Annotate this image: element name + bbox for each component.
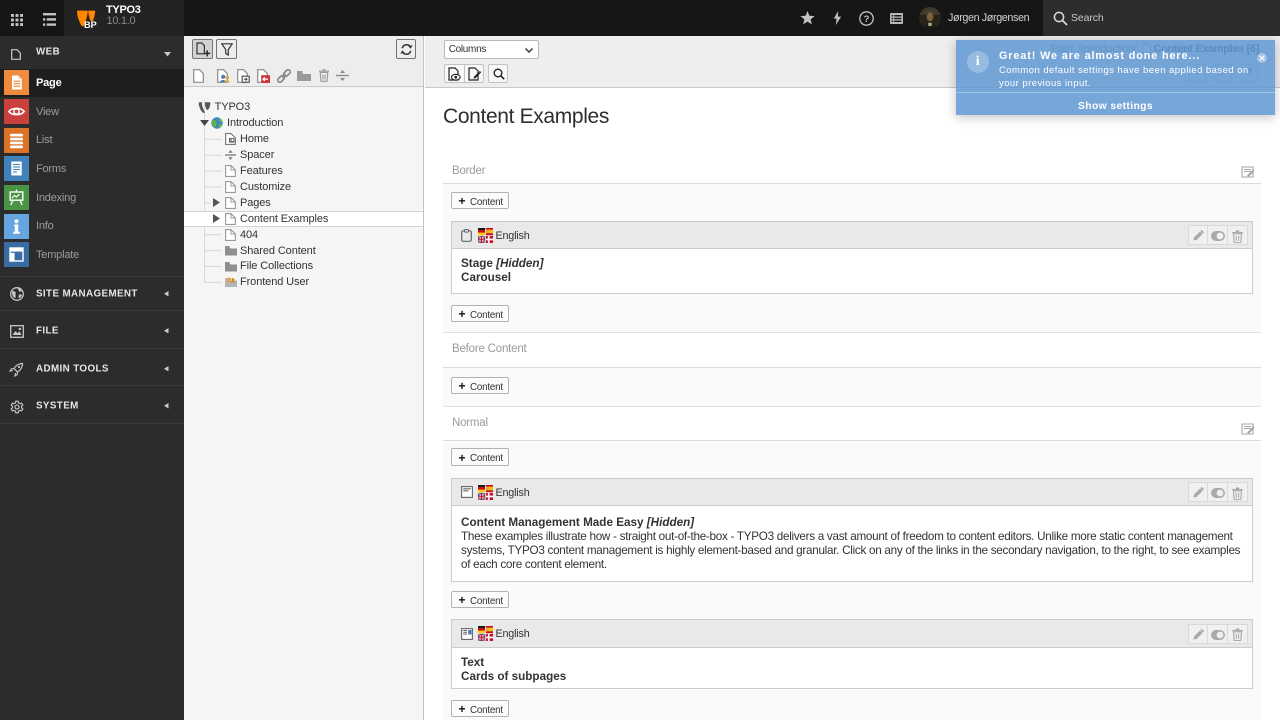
svg-text:BP: BP: [84, 19, 97, 29]
svg-text:?: ?: [864, 14, 870, 25]
